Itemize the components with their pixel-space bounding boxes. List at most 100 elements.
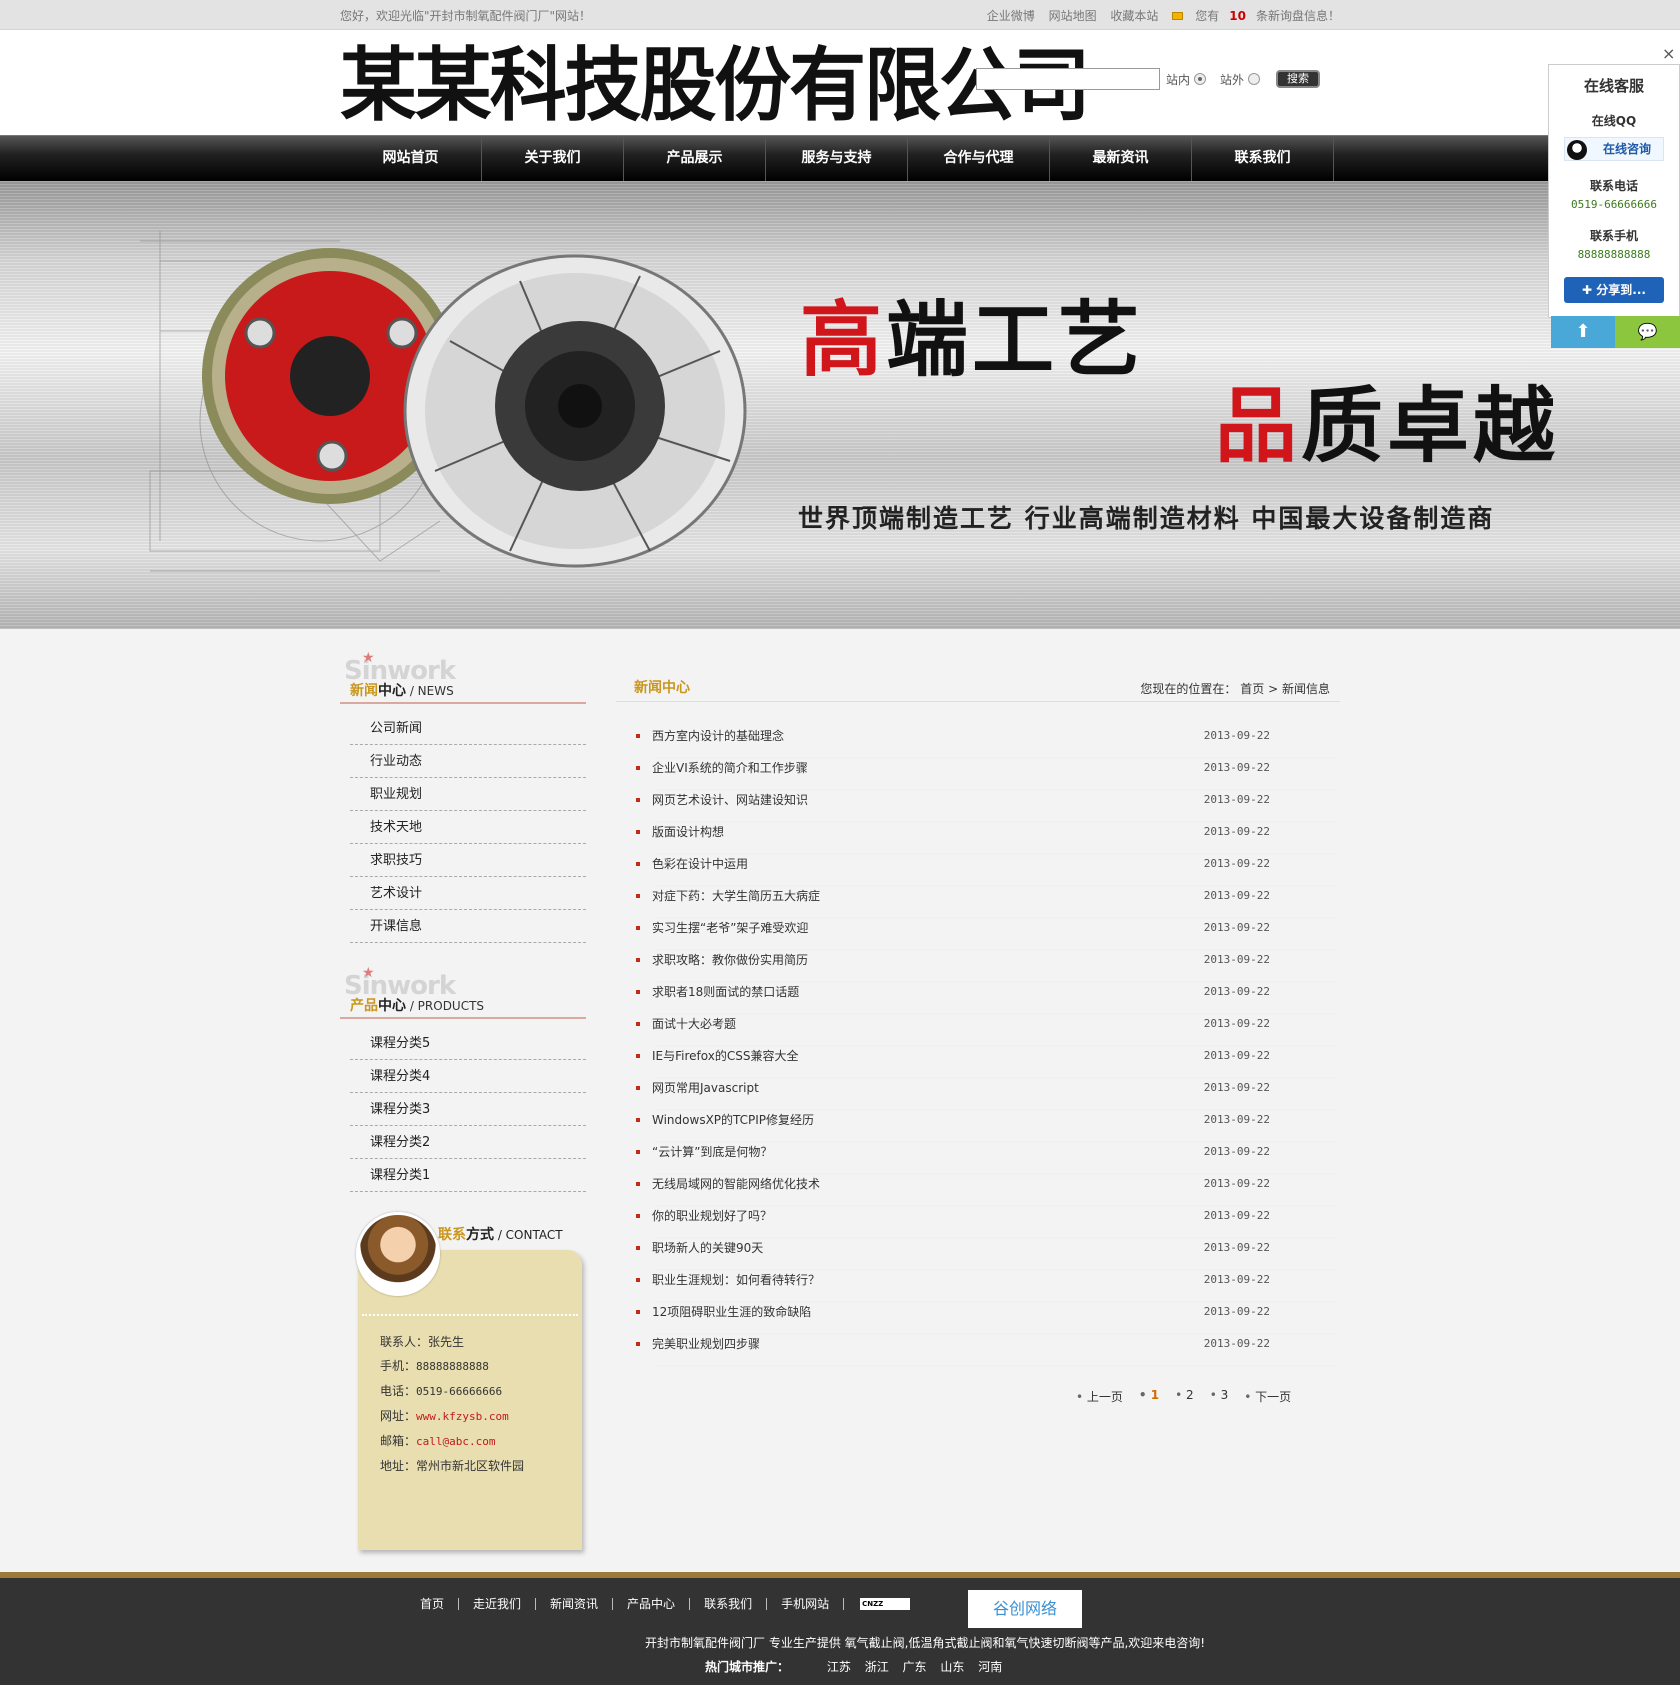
news-row[interactable]: “云计算”到底是何物？ 2013-09-22	[636, 1142, 1340, 1174]
link-weibo[interactable]: 企业微博	[987, 9, 1035, 23]
contact-email-link[interactable]: call@abc.com	[416, 1435, 495, 1448]
news-row[interactable]: 面试十大必考题 2013-09-22	[636, 1014, 1340, 1046]
news-row[interactable]: 色彩在设计中运用 2013-09-22	[636, 854, 1340, 886]
news-title[interactable]: 无线局域网的智能网络优化技术	[652, 1174, 820, 1205]
news-title[interactable]: 实习生摆“老爷”架子难受欢迎	[652, 918, 808, 949]
news-title[interactable]: 色彩在设计中运用	[652, 854, 748, 885]
list-item[interactable]: 行业动态	[350, 745, 586, 778]
nav-home[interactable]: 网站首页	[340, 136, 482, 182]
news-row[interactable]: WindowsXP的TCPIP修复经历 2013-09-22	[636, 1110, 1340, 1142]
back-to-top-icon[interactable]: ⬆	[1551, 316, 1615, 348]
news-row[interactable]: 版面设计构想 2013-09-22	[636, 822, 1340, 854]
news-date: 2013-09-22	[1203, 1049, 1270, 1062]
list-item[interactable]: 职业规划	[350, 778, 586, 811]
news-row[interactable]: 无线局域网的智能网络优化技术 2013-09-22	[636, 1174, 1340, 1206]
news-title[interactable]: 网页艺术设计、网站建设知识	[652, 790, 808, 821]
news-row[interactable]: 对症下药：大学生简历五大病症 2013-09-22	[636, 886, 1340, 918]
list-item[interactable]: 求职技巧	[350, 844, 586, 877]
footer-link-products[interactable]: 产品中心	[613, 1598, 691, 1610]
nav-service[interactable]: 服务与支持	[766, 136, 908, 182]
news-date: 2013-09-22	[1203, 1017, 1270, 1030]
hero-banner[interactable]: 高端工艺 品质卓越 世界顶端制造工艺 行业高端制造材料 中国最大设备制造商	[0, 181, 1680, 629]
page-1-button[interactable]: 1	[1139, 1388, 1159, 1405]
qq-consult-button[interactable]: 在线咨询	[1564, 137, 1664, 161]
inquiry-notice[interactable]: 您有 10 条新询盘信息！	[1172, 9, 1340, 23]
contact-website-link[interactable]: www.kfzysb.com	[416, 1410, 509, 1423]
news-row[interactable]: 网页常用Javascript 2013-09-22	[636, 1078, 1340, 1110]
city-link[interactable]: 河南	[978, 1660, 1002, 1674]
news-row[interactable]: 12项阻碍职业生涯的致命缺陷 2013-09-22	[636, 1302, 1340, 1334]
city-link[interactable]: 山东	[940, 1660, 964, 1674]
footer-link-contact[interactable]: 联系我们	[690, 1598, 768, 1610]
news-title[interactable]: IE与Firefox的CSS兼容大全	[652, 1046, 798, 1077]
breadcrumb-home[interactable]: 首页	[1240, 682, 1264, 696]
footer-link-home[interactable]: 首页	[420, 1598, 460, 1610]
news-row[interactable]: 企业VI系统的简介和工作步骤 2013-09-22	[636, 758, 1340, 790]
close-icon[interactable]: ×	[1662, 44, 1675, 63]
contact-person: 张先生	[428, 1335, 465, 1349]
page-3-button[interactable]: 3	[1210, 1388, 1229, 1405]
chat-bubble-icon[interactable]: 💬	[1615, 316, 1680, 348]
news-title[interactable]: WindowsXP的TCPIP修复经历	[652, 1110, 814, 1141]
news-row[interactable]: 求职者18则面试的禁口话题 2013-09-22	[636, 982, 1340, 1014]
list-item[interactable]: 艺术设计	[350, 877, 586, 910]
news-title[interactable]: 面试十大必考题	[652, 1014, 736, 1045]
nav-partner[interactable]: 合作与代理	[908, 136, 1050, 182]
list-item[interactable]: 开课信息	[350, 910, 586, 943]
news-title[interactable]: 西方室内设计的基础理念	[652, 726, 784, 757]
list-item[interactable]: 公司新闻	[350, 712, 586, 745]
contact-address: 常州市新北区软件园	[416, 1459, 525, 1473]
share-button[interactable]: ✚ 分享到...	[1564, 277, 1664, 303]
footer-link-about[interactable]: 走近我们	[459, 1598, 537, 1610]
list-item[interactable]: 课程分类5	[350, 1027, 586, 1060]
cnzz-stat-badge[interactable]: CNZZ	[860, 1598, 911, 1610]
news-title[interactable]: 职场新人的关键90天	[652, 1238, 763, 1269]
news-row[interactable]: 你的职业规划好了吗？ 2013-09-22	[636, 1206, 1340, 1238]
list-item[interactable]: 课程分类1	[350, 1159, 586, 1192]
news-row[interactable]: 实习生摆“老爷”架子难受欢迎 2013-09-22	[636, 918, 1340, 950]
link-favorite[interactable]: 收藏本站	[1110, 9, 1158, 23]
page-2-button[interactable]: 2	[1175, 1388, 1194, 1405]
footer-link-news[interactable]: 新闻资讯	[536, 1598, 614, 1610]
search-button[interactable]: 搜索	[1276, 70, 1321, 88]
nav-news[interactable]: 最新资讯	[1050, 136, 1192, 182]
list-item[interactable]: 课程分类2	[350, 1126, 586, 1159]
city-link[interactable]: 浙江	[865, 1660, 889, 1674]
news-title[interactable]: “云计算”到底是何物？	[652, 1142, 772, 1173]
news-title[interactable]: 完美职业规划四步骤	[652, 1334, 760, 1365]
news-row[interactable]: 职场新人的关键90天 2013-09-22	[636, 1238, 1340, 1270]
nav-products[interactable]: 产品展示	[624, 136, 766, 182]
nav-contact[interactable]: 联系我们	[1192, 136, 1334, 182]
news-row[interactable]: 完美职业规划四步骤 2013-09-22	[636, 1334, 1340, 1366]
news-title[interactable]: 求职攻略：教你做份实用简历	[652, 950, 808, 981]
list-item[interactable]: 课程分类4	[350, 1060, 586, 1093]
list-item[interactable]: 技术天地	[350, 811, 586, 844]
news-row[interactable]: IE与Firefox的CSS兼容大全 2013-09-22	[636, 1046, 1340, 1078]
news-row[interactable]: 求职攻略：教你做份实用简历 2013-09-22	[636, 950, 1340, 982]
news-row[interactable]: 职业生涯规划：如何看待转行？ 2013-09-22	[636, 1270, 1340, 1302]
footer-link-mobile[interactable]: 手机网站	[767, 1598, 845, 1610]
prev-page-button[interactable]: 上一页	[1076, 1388, 1123, 1405]
city-link[interactable]: 江苏	[827, 1660, 851, 1674]
nav-about[interactable]: 关于我们	[482, 136, 624, 182]
news-title[interactable]: 网页常用Javascript	[652, 1078, 759, 1109]
link-sitemap[interactable]: 网站地图	[1049, 9, 1097, 23]
list-item[interactable]: 课程分类3	[350, 1093, 586, 1126]
scope-inside-radio[interactable]	[1194, 73, 1207, 85]
news-row[interactable]: 网页艺术设计、网站建设知识 2013-09-22	[636, 790, 1340, 822]
news-title[interactable]: 职业生涯规划：如何看待转行？	[652, 1270, 820, 1301]
news-title[interactable]: 你的职业规划好了吗？	[652, 1206, 772, 1237]
news-title[interactable]: 版面设计构想	[652, 822, 724, 853]
next-page-button[interactable]: 下一页	[1244, 1388, 1291, 1405]
news-title[interactable]: 求职者18则面试的禁口话题	[652, 982, 799, 1013]
top-bar: 您好，欢迎光临"开封市制氧配件阀门厂"网站！ 企业微博 网站地图 收藏本站 您有…	[0, 0, 1680, 30]
scope-outside-radio[interactable]	[1248, 73, 1261, 85]
search-input[interactable]	[976, 68, 1160, 90]
news-title[interactable]: 企业VI系统的简介和工作步骤	[652, 758, 808, 789]
city-link[interactable]: 广东	[903, 1660, 927, 1674]
news-center-heading: ★ Sinwork 新闻中心 / NEWS	[340, 650, 586, 704]
gochuang-logo[interactable]: 谷创网络	[968, 1590, 1082, 1628]
news-title[interactable]: 对症下药：大学生简历五大病症	[652, 886, 820, 917]
news-row[interactable]: 西方室内设计的基础理念 2013-09-22	[636, 726, 1340, 758]
news-title[interactable]: 12项阻碍职业生涯的致命缺陷	[652, 1302, 811, 1333]
